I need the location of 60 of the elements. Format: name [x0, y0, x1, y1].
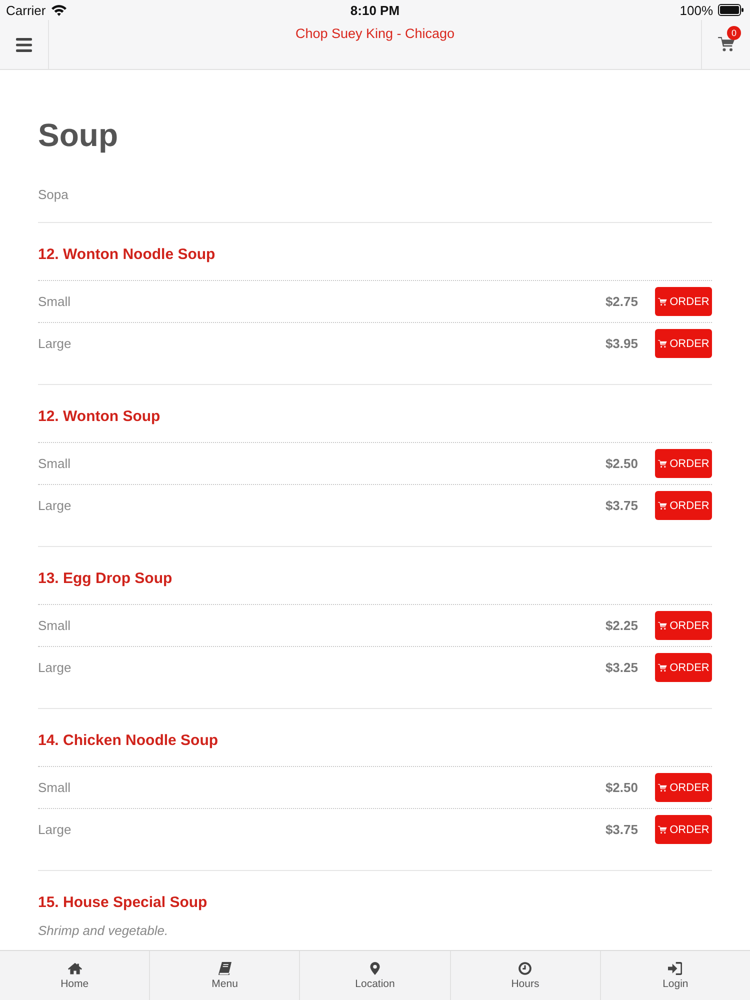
book-icon — [218, 962, 232, 974]
price-label: $3.25 — [605, 660, 638, 675]
nav-tab[interactable]: Home — [0, 951, 150, 1000]
order-button[interactable]: ORDER — [655, 611, 712, 640]
cart-icon — [658, 826, 667, 834]
nav-tab[interactable]: Hours — [450, 951, 601, 1000]
size-label: Large — [38, 336, 72, 351]
item-title: 13. Egg Drop Soup — [38, 569, 174, 589]
item-description: Shrimp and vegetable. — [38, 922, 170, 940]
price-label: $3.75 — [605, 822, 638, 837]
category-subtitle: Sopa — [38, 186, 70, 204]
price-label: $3.75 — [605, 498, 638, 513]
size-label: Small — [38, 456, 72, 471]
nav-tab[interactable]: Menu — [150, 951, 300, 1000]
cart-count-badge: 0 — [727, 26, 741, 40]
order-button[interactable]: ORDER — [655, 773, 712, 802]
battery-icon — [718, 4, 744, 16]
home-icon — [68, 962, 82, 974]
wifi-icon — [50, 4, 67, 16]
cart-icon — [718, 37, 734, 52]
item-title: 14. Chicken Noodle Soup — [38, 731, 220, 751]
size-label: Small — [38, 294, 72, 309]
price-label: $2.50 — [605, 780, 638, 795]
cart-icon — [658, 460, 667, 468]
cart-icon — [658, 502, 667, 510]
carrier-label: Carrier — [6, 2, 46, 18]
cart-icon — [658, 784, 667, 792]
nav-tab[interactable]: Login — [600, 951, 750, 1000]
price-label: $2.25 — [605, 618, 638, 633]
price-label: $2.75 — [605, 294, 638, 309]
size-label: Large — [38, 498, 72, 513]
order-button[interactable]: ORDER — [655, 287, 712, 316]
order-button[interactable]: ORDER — [655, 491, 712, 520]
battery-percent: 100% — [680, 2, 713, 18]
map-pin-icon — [368, 962, 382, 974]
clock-icon — [518, 962, 532, 974]
size-label: Large — [38, 660, 72, 675]
menu-icon — [16, 38, 32, 52]
cart-icon — [658, 664, 667, 672]
enter-arrow-icon — [668, 962, 682, 974]
size-label: Small — [38, 618, 72, 633]
item-title: 12. Wonton Soup — [38, 407, 162, 427]
price-label: $3.95 — [605, 336, 638, 351]
order-button[interactable]: ORDER — [655, 815, 712, 844]
order-button[interactable]: ORDER — [655, 449, 712, 478]
category-title: Soup — [38, 116, 119, 155]
nav-tab[interactable]: Location — [300, 951, 451, 1000]
cart-icon — [658, 340, 667, 348]
restaurant-title: Chop Suey King - Chicago — [295, 25, 455, 43]
size-label: Large — [38, 822, 72, 837]
price-label: $2.50 — [605, 456, 638, 471]
cart-icon — [658, 298, 667, 306]
cart-icon — [658, 622, 667, 630]
cart-button[interactable]: 0 — [701, 20, 750, 69]
item-title: 12. Wonton Noodle Soup — [38, 245, 216, 265]
order-button[interactable]: ORDER — [655, 653, 712, 682]
order-button[interactable]: ORDER — [655, 329, 712, 358]
size-label: Small — [38, 780, 72, 795]
item-title: 15. House Special Soup — [38, 893, 208, 913]
clock-time: 8:10 PM — [350, 2, 400, 18]
